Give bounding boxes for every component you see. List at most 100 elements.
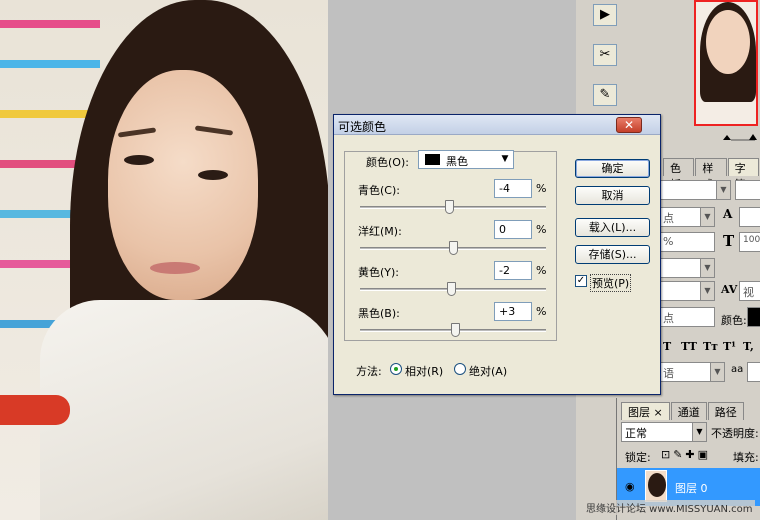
watermark: 思缘设计论坛 www.MISSYUAN.com [584,500,755,515]
preview-label: 预览(P) [590,274,632,292]
type-btn-t[interactable]: T [663,340,671,353]
layer-thumbnail [645,470,667,502]
save-button[interactable]: 存储(S)... [575,245,650,264]
left-eye [124,155,154,165]
scale-unit: % [663,235,674,248]
fill-label: 填充: [733,451,759,464]
baseline-unit: 点 [663,312,674,325]
tab-swatches[interactable]: 色板 [663,158,695,191]
type-btn-sub[interactable]: T, [743,340,754,353]
font-color-label: 颜色: [721,314,747,327]
tab-layers[interactable]: 图层 × [621,402,670,420]
brush-icon[interactable]: ✎ [593,84,617,106]
view-field[interactable]: 视 [739,281,760,301]
tab-layers-label: 图层 [628,406,650,419]
opacity-label: 不透明度: [711,427,759,440]
ok-button[interactable]: 确定 [575,159,650,178]
layer-name: 图层 0 [675,482,708,495]
anti-alias-label: a [737,364,744,375]
tab-styles[interactable]: 样式 [695,158,727,191]
slider-value-field[interactable]: 0 [494,220,532,239]
cancel-button[interactable]: 取消 [575,186,650,205]
load-button[interactable]: 载入(L)... [575,218,650,237]
chevron-down-icon: ▼ [700,259,714,277]
blend-mode-value: 正常 [625,427,647,440]
percent-label: % [536,182,547,195]
leading-icon: A [723,207,733,221]
tools-icon[interactable]: ✂ [593,44,617,66]
navigator-zoom-slider[interactable] [671,132,757,142]
selective-color-dialog: 可选颜色 ✕ 颜色(O): 黑色 ▼ 青色(C): -4 % 洋红(M): 0 … [333,114,661,395]
track-value: 100 [743,235,760,245]
char-panel-tabs: 色板 样式 字符 [663,158,760,191]
slider-thumb[interactable] [444,200,454,214]
type-btn-super[interactable]: T¹ [723,340,736,353]
sweater [40,300,328,520]
track-field[interactable]: 100 [739,232,760,252]
close-icon[interactable]: × [654,406,663,419]
shelf-item [0,20,100,28]
method-absolute-label: 绝对(A) [469,365,508,378]
font-style-field[interactable] [735,180,760,200]
check-icon: ✓ [576,275,586,286]
chevron-down-icon: ▼ [700,208,714,226]
tab-paths[interactable]: 路径 [707,402,744,420]
vertical-scale-icon: T [723,232,735,250]
percent-label: % [536,223,547,236]
slider-value-field[interactable]: -2 [494,261,532,280]
baseline-field[interactable]: 点 [659,307,715,327]
language-value: 语 [663,367,674,380]
color-swatch [425,154,440,165]
font-size-field[interactable]: 点 ▼ [659,207,715,227]
close-button[interactable]: ✕ [616,117,642,133]
method-relative-label: 相对(R) [405,365,444,378]
scale-field[interactable]: % [659,232,715,252]
method-label: 方法: [356,365,382,378]
font-family-field[interactable]: ▼ [659,180,731,200]
font-color-swatch[interactable] [747,307,760,327]
dialog-titlebar[interactable]: 可选颜色 ✕ [334,115,660,135]
colors-select[interactable]: 黑色 ▼ [418,150,514,169]
photo-canvas [0,0,328,520]
preview-checkbox[interactable]: ✓ [575,275,587,287]
method-relative-radio[interactable] [390,363,402,375]
type-btn-tt-small[interactable]: Tт [703,340,718,353]
tracking-field[interactable]: ▼ [659,281,715,301]
character-panel: 色板 样式 字符 ▼ 点▼ A % T 100 ▼ ▼ AV 视 点 颜色: T… [658,150,760,390]
tab-character[interactable]: 字符 [727,158,759,191]
thumb-hair [648,473,666,497]
type-btn-tt[interactable]: TT [681,340,697,353]
chevron-down-icon: ▼ [710,363,724,381]
leading-field[interactable] [739,207,760,227]
cart-handle [0,395,70,425]
navigator-thumbnail[interactable] [694,0,758,126]
lock-label: 锁定: [625,451,651,464]
slider-value-field[interactable]: +3 [494,302,532,321]
dialog-title: 可选颜色 [338,120,387,134]
slider-thumb[interactable] [451,323,461,337]
method-absolute-radio[interactable] [454,363,466,375]
slider-thumb[interactable] [446,282,456,296]
percent-label: % [536,305,547,318]
slider-value-field[interactable]: -4 [494,179,532,198]
kerning-field[interactable]: ▼ [659,258,715,278]
layers-panel-tabs: 图层 × 通道 路径 [621,402,745,420]
chevron-down-icon: ▼ [501,154,509,164]
chevron-down-icon: ▼ [692,423,706,441]
tab-channels[interactable]: 通道 [670,402,707,420]
percent-label: % [536,264,547,277]
language-field[interactable]: 语 ▼ [659,362,725,382]
chevron-down-icon: ▼ [716,181,730,199]
anti-alias-icon: aa [731,364,744,375]
anti-alias-field[interactable] [747,362,760,382]
lock-icons[interactable]: ⊡✎✚▣ [661,448,711,461]
slider-label: 黑色(B): [358,307,400,320]
thumb-face [706,10,750,74]
play-icon[interactable]: ▶ [593,4,617,26]
view-label: 视 [743,286,754,299]
slider-thumb[interactable] [448,241,458,255]
blend-mode-select[interactable]: 正常 ▼ [621,422,707,442]
eye-icon[interactable]: ◉ [625,480,635,493]
kerning-icon: AV [721,283,738,296]
size-unit: 点 [663,212,674,225]
